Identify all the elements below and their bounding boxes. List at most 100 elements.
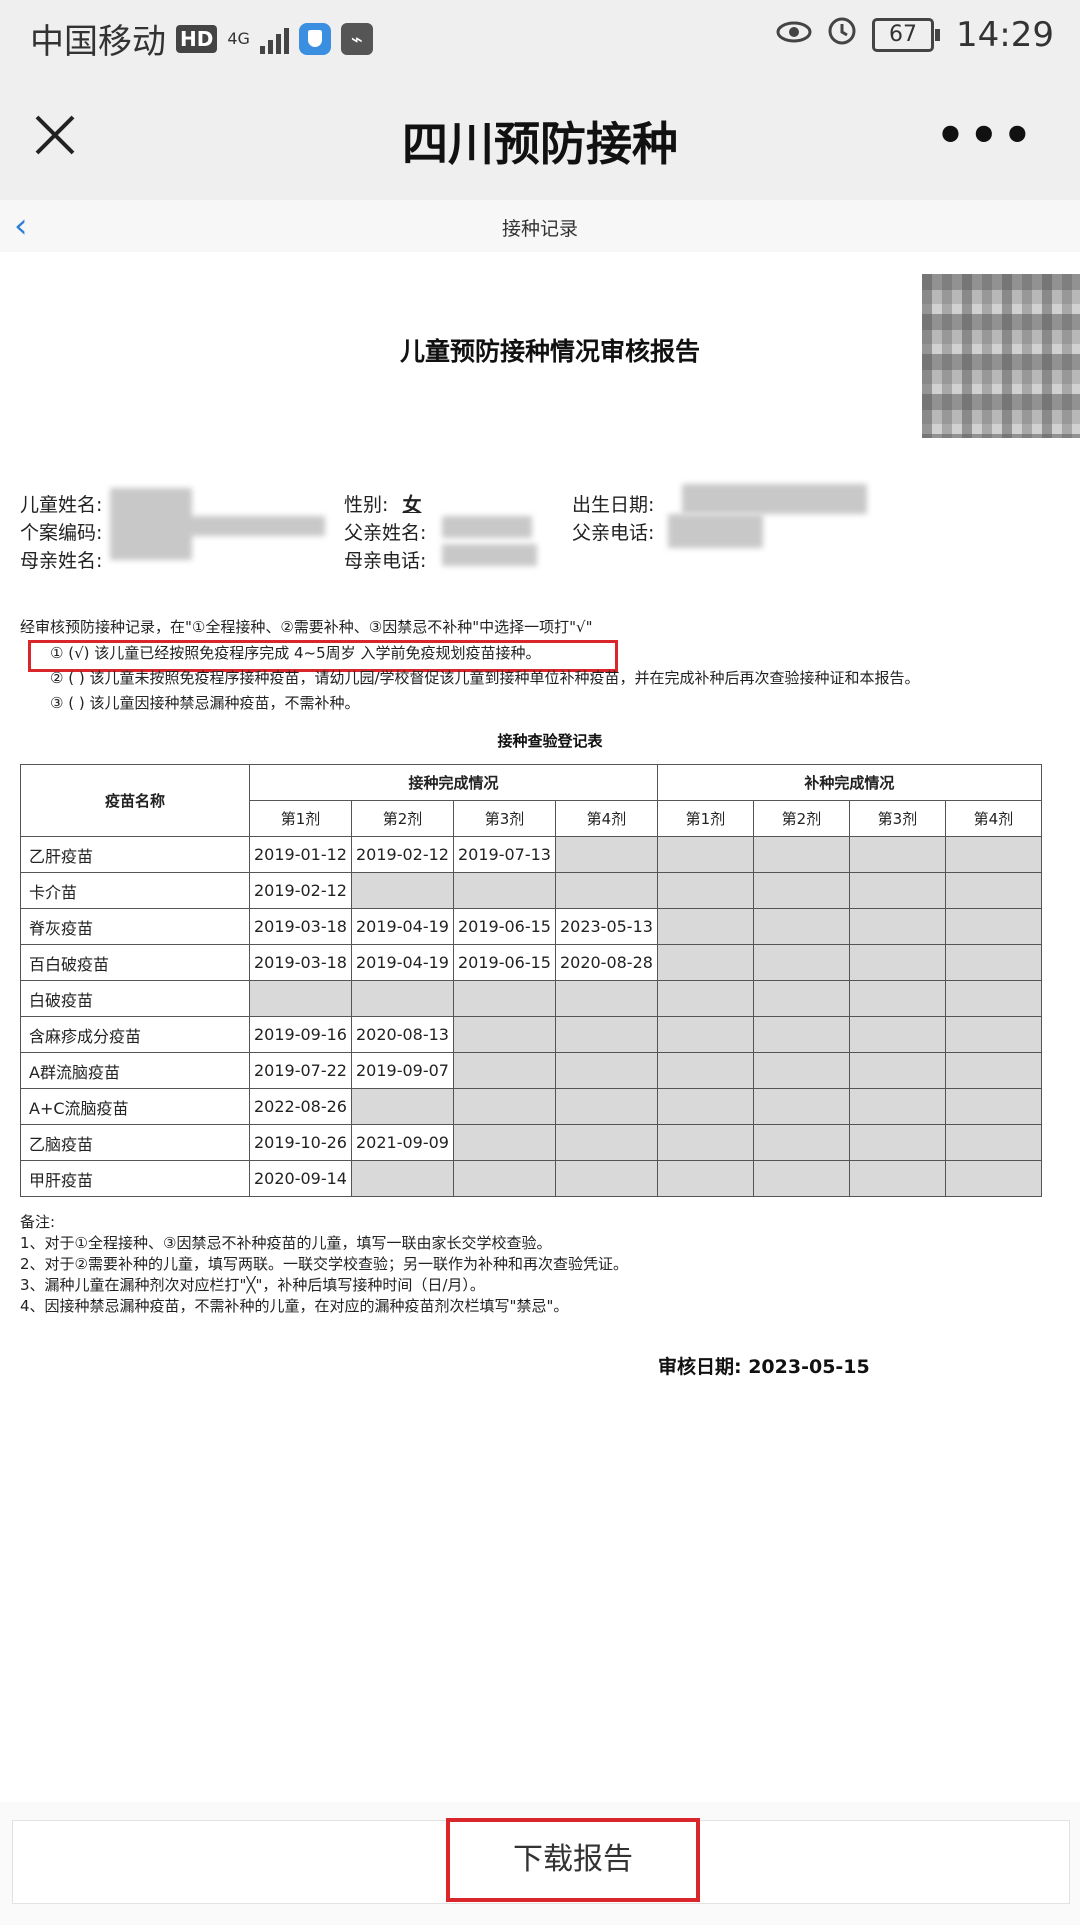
vaccine-name: 白破疫苗 <box>20 980 250 1017</box>
hd-badge: HD <box>176 24 218 53</box>
dose-date-cell <box>452 1016 556 1053</box>
eye-icon <box>776 15 812 55</box>
dose-date-cell: 2020-08-28 <box>554 944 658 981</box>
makeup-dose-cell <box>944 908 1042 945</box>
notes-section: 备注: 1、对于①全程接种、③因禁忌不补种疫苗的儿童，填写一联由家长交学校查验。 2… <box>20 1212 628 1317</box>
dose-date-cell: 2019-03-18 <box>249 944 352 981</box>
makeup-dose-cell <box>656 908 754 945</box>
makeup-dose-cell <box>752 1088 850 1125</box>
makeup-dose-cell <box>848 1160 946 1197</box>
makeup-dose-cell <box>944 980 1042 1017</box>
dose-date-cell <box>554 1160 658 1197</box>
makeup-dose-cell <box>656 1160 754 1197</box>
note-line: 1、对于①全程接种、③因禁忌不补种疫苗的儿童，填写一联由家长交学校查验。 <box>20 1234 552 1252</box>
dose-header: 第1剂 <box>249 800 352 837</box>
makeup-dose-cell <box>656 836 754 873</box>
clock-time: 14:29 <box>956 14 1054 55</box>
makeup-dose-cell <box>848 908 946 945</box>
download-report-button[interactable]: 下载报告 <box>446 1818 700 1902</box>
makeup-dose-cell <box>944 1016 1042 1053</box>
dose-date-cell: 2019-07-22 <box>249 1052 352 1089</box>
dose-date-cell: 2023-05-13 <box>554 908 658 945</box>
redacted-birth-date <box>682 484 867 514</box>
makeup-dose-cell <box>848 1052 946 1089</box>
dose-header: 第4剂 <box>944 800 1042 837</box>
table-row: A+C流脑疫苗 2022-08-26 <box>20 1088 1042 1125</box>
table-row: 百白破疫苗 2019-03-18 2019-04-19 2019-06-15 2020-… <box>20 944 1042 981</box>
report-title: 儿童预防接种情况审核报告 <box>399 337 700 366</box>
dose-date-cell <box>249 980 352 1017</box>
status-right: 67 14:29 <box>776 14 1054 55</box>
more-menu-icon[interactable]: ••• <box>936 108 1036 162</box>
makeup-dose-cell <box>944 872 1042 909</box>
redacted-mother-phone <box>442 544 537 566</box>
makeup-dose-cell <box>752 836 850 873</box>
table-row: 卡介苗 2019-02-12 <box>20 872 1042 909</box>
report-document: 儿童预防接种情况审核报告 儿童姓名: 个案编码: 母亲姓名: 性别: 女 父亲姓… <box>0 252 1080 1802</box>
header-makeup-group: 补种完成情况 <box>656 764 1042 801</box>
makeup-dose-cell <box>944 944 1042 981</box>
dose-date-cell <box>350 1088 454 1125</box>
makeup-dose-cell <box>848 1124 946 1161</box>
audit-date: 审核日期: 2023-05-15 <box>658 1356 870 1378</box>
network-type: 4G <box>227 28 250 48</box>
dose-date-cell <box>452 1124 556 1161</box>
makeup-dose-cell <box>944 1124 1042 1161</box>
vaccination-table-body: 乙肝疫苗 2019-01-12 2019-02-12 2019-07-13 卡介苗 201… <box>20 836 1042 1197</box>
makeup-dose-cell <box>656 1016 754 1053</box>
dose-date-cell: 2019-02-12 <box>350 836 454 873</box>
makeup-dose-cell <box>752 908 850 945</box>
dose-date-cell: 2019-07-13 <box>452 836 556 873</box>
header-vaccine-name: 疫苗名称 <box>20 764 250 837</box>
makeup-dose-cell <box>656 872 754 909</box>
dose-date-cell <box>554 1052 658 1089</box>
table-title: 接种查验登记表 <box>497 732 603 750</box>
dose-date-cell: 2019-09-16 <box>249 1016 352 1053</box>
mother-name-label: 母亲姓名: <box>20 550 103 572</box>
dose-date-cell: 2020-08-13 <box>350 1016 454 1053</box>
dose-header: 第3剂 <box>452 800 556 837</box>
makeup-dose-cell <box>752 980 850 1017</box>
dose-header: 第1剂 <box>656 800 754 837</box>
dose-date-cell <box>350 1160 454 1197</box>
dose-date-cell <box>554 1016 658 1053</box>
dose-header: 第2剂 <box>752 800 850 837</box>
dose-date-cell: 2019-03-18 <box>249 908 352 945</box>
dose-date-cell <box>350 980 454 1017</box>
status-left: 中国移动 HD 4G ⌁ <box>30 14 373 63</box>
table-row: 乙脑疫苗 2019-10-26 2021-09-09 <box>20 1124 1042 1161</box>
dose-header: 第3剂 <box>848 800 946 837</box>
vaccine-name: A+C流脑疫苗 <box>20 1088 250 1125</box>
redacted-case-code <box>175 516 325 536</box>
dose-date-cell <box>554 1124 658 1161</box>
makeup-dose-cell <box>848 836 946 873</box>
activity-icon: ⌁ <box>340 22 373 55</box>
gender-label-text: 性别: <box>344 494 389 516</box>
vaccine-name: A群流脑疫苗 <box>20 1052 250 1089</box>
vaccine-name: 含麻疹成分疫苗 <box>20 1016 250 1053</box>
dose-date-cell: 2022-08-26 <box>249 1088 352 1125</box>
note-line: 备注: <box>20 1213 56 1231</box>
dose-date-cell: 2019-02-12 <box>249 872 352 909</box>
case-code-label: 个案编码: <box>20 522 103 544</box>
dose-date-cell <box>452 980 556 1017</box>
status-bar: 中国移动 HD 4G ⌁ 67 14:29 <box>0 0 1080 72</box>
dose-date-cell <box>554 1088 658 1125</box>
battery-icon: 67 <box>872 17 941 52</box>
dose-date-cell <box>452 1160 556 1197</box>
sub-nav: ‹ 接种记录 <box>0 200 1080 253</box>
sub-nav-title: 接种记录 <box>501 218 578 240</box>
child-name-label: 儿童姓名: <box>20 494 103 516</box>
makeup-dose-cell <box>752 1160 850 1197</box>
vaccination-table: 疫苗名称 接种完成情况 补种完成情况 第1剂 第2剂 第3剂 第4剂 第1剂 第2剂 第3剂… <box>20 764 1042 1197</box>
note-line: 3、漏种儿童在漏种剂次对应栏打"╳"，补种后填写接种时间（日/月）。 <box>20 1276 485 1294</box>
dose-date-cell: 2021-09-09 <box>350 1124 454 1161</box>
makeup-dose-cell <box>848 944 946 981</box>
vaccine-name: 脊灰疫苗 <box>20 908 250 945</box>
mother-phone-label: 母亲电话: <box>344 550 427 572</box>
redacted-father-phone <box>668 514 763 548</box>
dose-date-cell <box>350 872 454 909</box>
vaccine-name: 乙脑疫苗 <box>20 1124 250 1161</box>
app-bar: 四川预防接种 ••• <box>0 72 1080 200</box>
carrier-label: 中国移动 <box>30 22 166 62</box>
